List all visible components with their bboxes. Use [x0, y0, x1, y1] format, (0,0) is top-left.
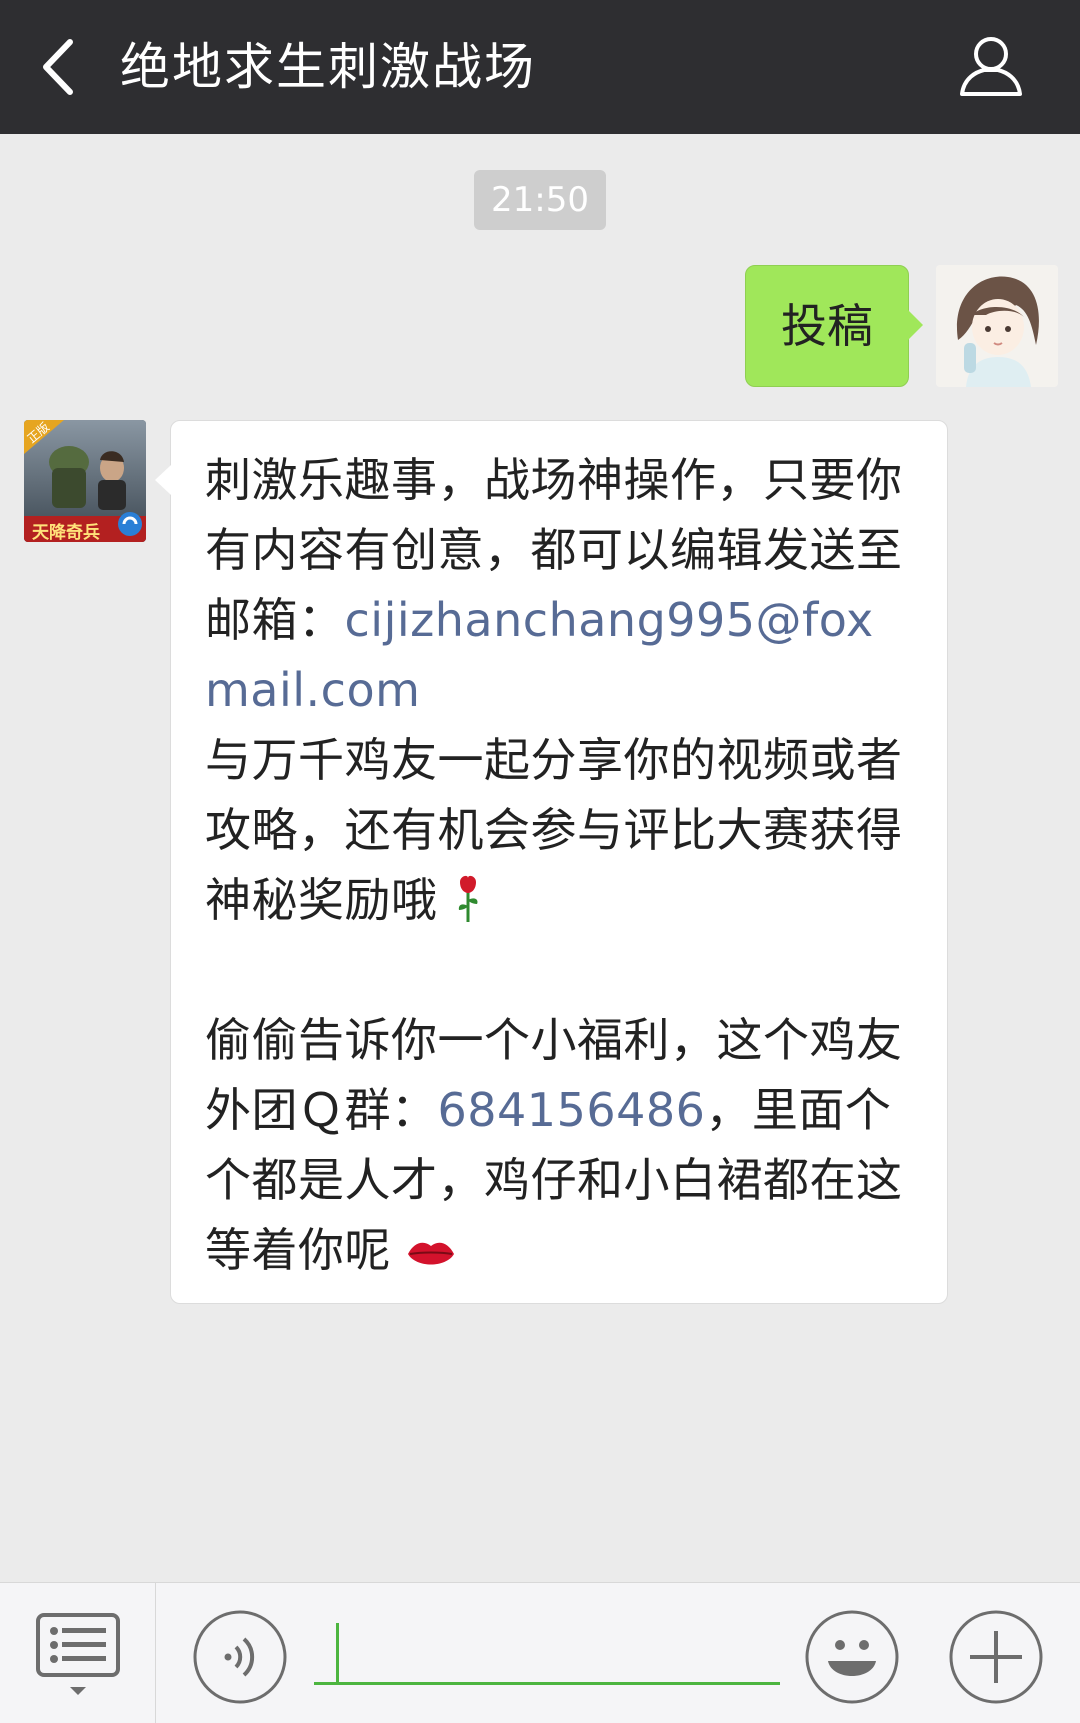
my-avatar[interactable]	[936, 265, 1058, 387]
voice-button[interactable]	[192, 1609, 288, 1705]
lips-icon	[408, 1242, 455, 1265]
person-icon	[960, 37, 1022, 96]
back-button[interactable]	[34, 30, 94, 104]
message-text-share: 与万千鸡友一起分享你的视频或者攻略，还有机会参与评比大赛获得神秘奖励哦	[205, 733, 903, 927]
chevron-left-icon	[43, 39, 73, 95]
chat-title: 绝地求生刺激战场	[120, 38, 536, 96]
plus-icon	[949, 1610, 1043, 1704]
qq-group-number[interactable]: 684156486	[438, 1083, 706, 1137]
message-input[interactable]	[314, 1603, 780, 1685]
input-toolbar	[0, 1582, 1080, 1723]
girl-avatar-icon	[936, 265, 1058, 387]
text-cursor	[336, 1623, 339, 1685]
menu-list-icon	[36, 1613, 120, 1695]
top-bar: 绝地求生刺激战场	[0, 0, 1080, 134]
more-actions-button[interactable]	[948, 1609, 1044, 1705]
official-account-avatar[interactable]: 正版 天降奇兵	[24, 420, 146, 542]
emoji-button[interactable]	[804, 1609, 900, 1705]
incoming-message-bubble[interactable]: 刺激乐趣事，战场神操作，只要你有内容有创意，都可以编辑发送至邮箱：cijizha…	[155, 420, 948, 1304]
toolbar-divider	[155, 1583, 156, 1723]
rose-icon	[458, 875, 478, 922]
emoji-icon	[805, 1610, 899, 1704]
profile-button[interactable]	[954, 30, 1028, 104]
timestamp-badge: 21:50	[474, 170, 606, 230]
voice-icon	[193, 1610, 287, 1704]
outgoing-message-bubble[interactable]: 投稿	[745, 265, 923, 387]
game-icon-text: 天降奇兵	[32, 523, 100, 542]
menu-toggle-button[interactable]	[28, 1611, 128, 1701]
